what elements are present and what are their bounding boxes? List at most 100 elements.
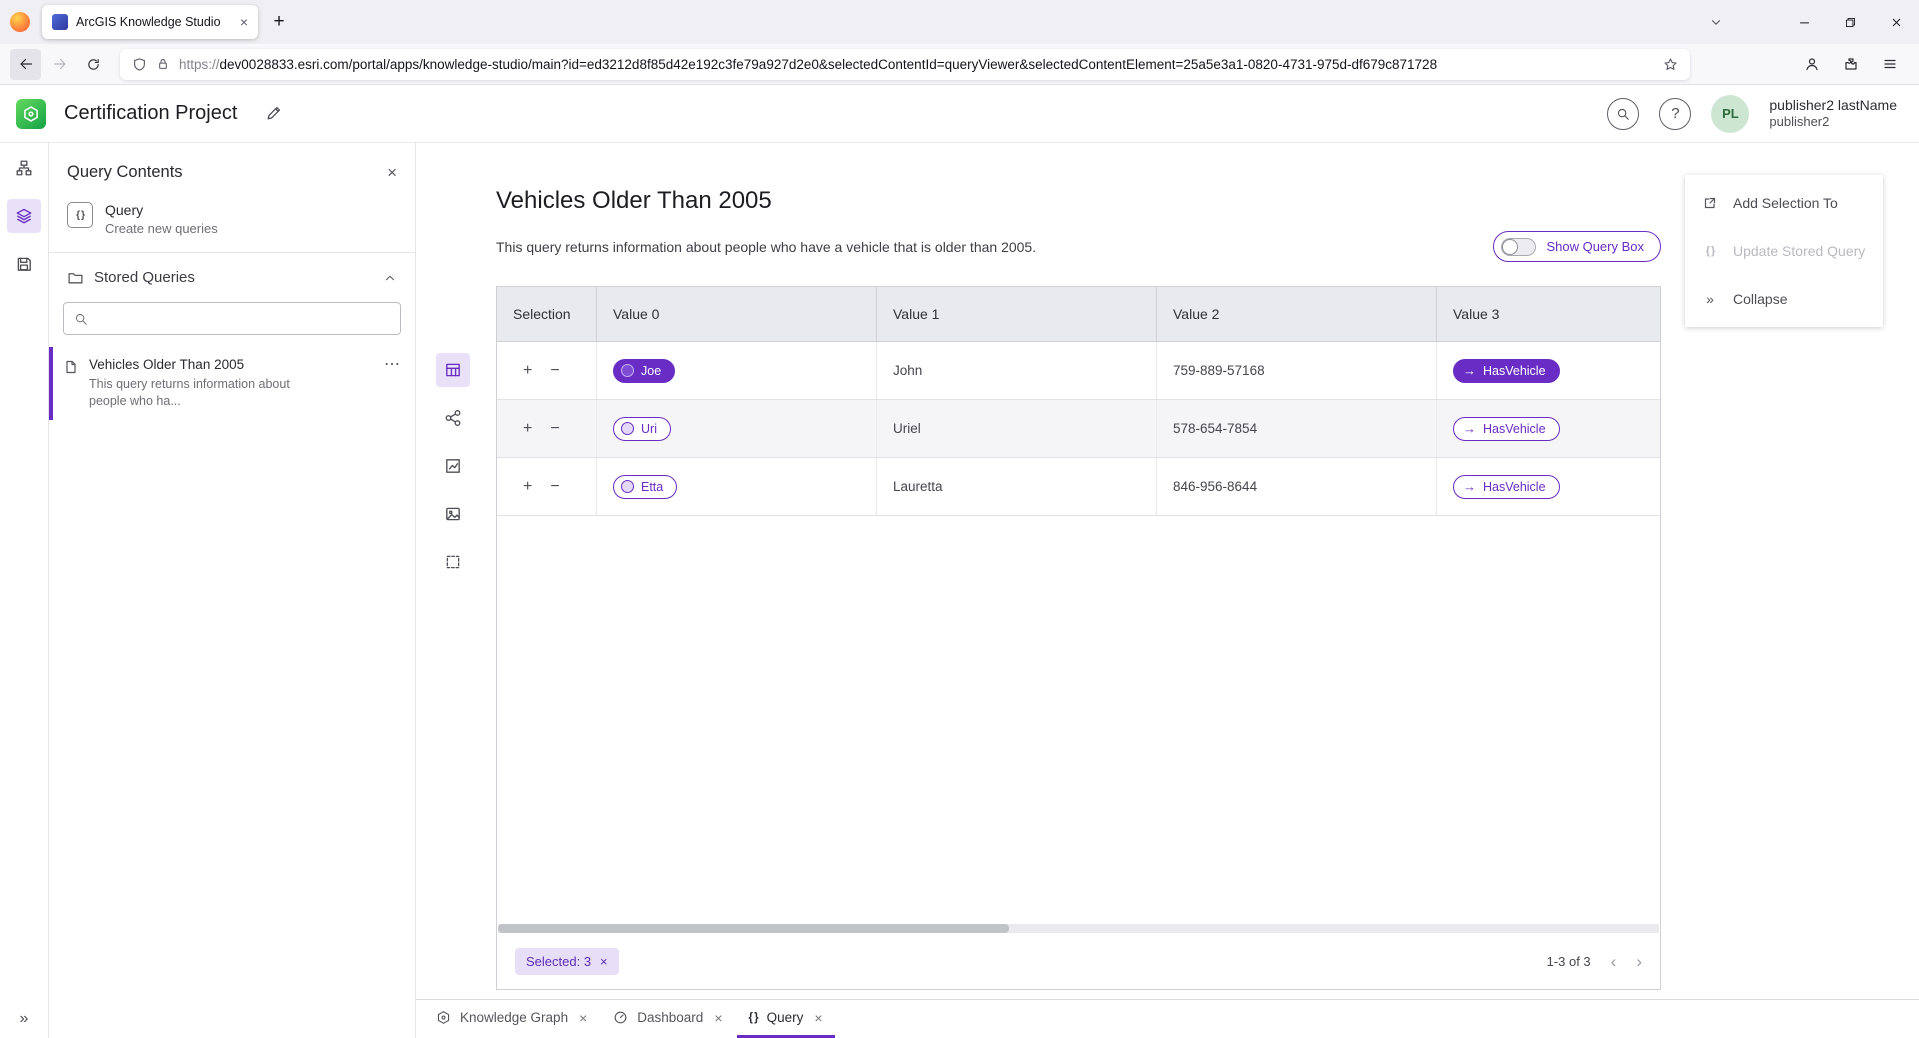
row-add-button[interactable]: + — [523, 479, 532, 495]
selection-context-menu: Add Selection To { } Update Stored Query… — [1685, 175, 1883, 327]
user-info[interactable]: publisher2 lastName publisher2 — [1769, 96, 1897, 131]
app-header: Certification Project ? PL publisher2 la… — [0, 85, 1919, 143]
tab-knowledge-graph[interactable]: Knowledge Graph × — [424, 1000, 599, 1038]
scrollbar-thumb[interactable] — [498, 924, 1009, 933]
tab-close-button[interactable]: × — [240, 15, 248, 29]
image-icon[interactable] — [436, 497, 470, 531]
search-input[interactable] — [96, 311, 390, 326]
tab-close-icon[interactable]: × — [814, 1011, 822, 1025]
stored-queries-search[interactable] — [63, 302, 401, 335]
url-text: https://dev0028833.esri.com/portal/apps/… — [179, 57, 1654, 72]
list-all-tabs-button[interactable] — [1699, 5, 1733, 39]
new-tab-button[interactable]: + — [264, 7, 294, 37]
row-remove-button[interactable]: − — [550, 421, 559, 437]
table-view-icon[interactable] — [436, 353, 470, 387]
window-close-button[interactable] — [1873, 0, 1919, 44]
previous-page-icon[interactable]: ‹ — [1611, 953, 1617, 970]
row-add-button[interactable]: + — [523, 363, 532, 379]
relationship-pill[interactable]: →HasVehicle — [1453, 417, 1560, 441]
horizontal-scrollbar[interactable] — [498, 924, 1659, 933]
forward-button[interactable] — [44, 49, 75, 80]
user-avatar[interactable]: PL — [1711, 95, 1749, 133]
menu-icon[interactable] — [1874, 49, 1905, 80]
link-chart-icon[interactable] — [436, 401, 470, 435]
stored-query-item[interactable]: Vehicles Older Than 2005 This query retu… — [49, 347, 415, 420]
item-options-icon[interactable]: ⋯ — [384, 357, 401, 373]
tracking-protection-shield-icon[interactable] — [132, 57, 147, 72]
url-bar[interactable]: https://dev0028833.esri.com/portal/apps/… — [120, 49, 1690, 80]
selected-count-label: Selected: 3 — [526, 954, 591, 969]
tab-label: Knowledge Graph — [460, 1010, 568, 1025]
clear-selection-icon[interactable]: × — [600, 955, 608, 968]
show-query-box-control[interactable]: Show Query Box — [1493, 231, 1661, 262]
save-icon[interactable] — [7, 247, 41, 281]
window-restore-button[interactable] — [1827, 0, 1873, 44]
tab-query[interactable]: { } Query × — [737, 1000, 835, 1038]
arrow-right-icon: → — [1463, 422, 1476, 435]
browser-tab-strip: ArcGIS Knowledge Studio × + — [0, 0, 1919, 44]
value1-text: Lauretta — [893, 479, 943, 494]
value1-text: John — [893, 363, 922, 378]
new-query-item[interactable]: { } Query Create new queries — [49, 196, 415, 252]
edit-title-button[interactable] — [265, 105, 282, 122]
value1-cell: John — [877, 342, 1157, 399]
menu-item-collapse[interactable]: » Collapse — [1685, 275, 1883, 323]
select-marquee-icon[interactable] — [436, 545, 470, 579]
entity-dot-icon — [621, 364, 634, 377]
value2-cell: 759-889-57168 — [1157, 342, 1437, 399]
value1-cell: Lauretta — [877, 458, 1157, 515]
search-button[interactable] — [1607, 98, 1639, 130]
menu-item-update-stored-query[interactable]: { } Update Stored Query — [1685, 227, 1883, 275]
entity-pill[interactable]: Uri — [613, 417, 671, 441]
arrow-right-icon: → — [1463, 480, 1476, 493]
tab-favicon — [52, 14, 68, 30]
entity-pill[interactable]: Joe — [613, 359, 675, 383]
results-table: Selection Value 0 Value 1 Value 2 Value … — [496, 286, 1661, 990]
chart-icon[interactable] — [436, 449, 470, 483]
next-page-icon[interactable]: › — [1636, 953, 1642, 970]
value3-cell: →HasVehicle — [1437, 342, 1660, 399]
stored-query-description: This query returns information about peo… — [89, 376, 301, 410]
bookmark-star-icon[interactable] — [1663, 57, 1678, 72]
expand-panel-button[interactable]: » — [0, 1010, 48, 1028]
relationship-pill[interactable]: →HasVehicle — [1453, 359, 1560, 383]
window-minimize-button[interactable] — [1781, 0, 1827, 44]
row-remove-button[interactable]: − — [550, 479, 559, 495]
column-header: Value 1 — [877, 287, 1157, 341]
help-button[interactable]: ? — [1659, 98, 1691, 130]
panel-close-icon[interactable]: × — [387, 164, 397, 181]
user-username: publisher2 — [1769, 114, 1897, 131]
relationship-label: HasVehicle — [1483, 364, 1546, 378]
row-add-button[interactable]: + — [523, 421, 532, 437]
layers-icon[interactable] — [7, 199, 41, 233]
braces-icon: { } — [67, 202, 93, 228]
tab-close-icon[interactable]: × — [579, 1011, 587, 1025]
data-model-icon[interactable] — [7, 151, 41, 185]
account-icon[interactable] — [1796, 49, 1827, 80]
menu-item-add-selection-to[interactable]: Add Selection To — [1685, 179, 1883, 227]
firefox-view-button[interactable] — [10, 12, 30, 32]
entity-pill[interactable]: Etta — [613, 475, 677, 499]
value2-text: 846-956-8644 — [1173, 479, 1257, 494]
lock-icon[interactable] — [156, 57, 170, 71]
selected-count-chip: Selected: 3 × — [515, 948, 619, 975]
extensions-icon[interactable] — [1835, 49, 1866, 80]
row-remove-button[interactable]: − — [550, 363, 559, 379]
browser-tab[interactable]: ArcGIS Knowledge Studio × — [42, 5, 258, 39]
relationship-pill[interactable]: →HasVehicle — [1453, 475, 1560, 499]
back-button[interactable] — [10, 49, 41, 80]
stored-queries-header[interactable]: Stored Queries — [49, 253, 415, 298]
tab-dashboard[interactable]: Dashboard × — [601, 1000, 734, 1038]
entity-dot-icon — [621, 480, 634, 493]
show-query-box-toggle[interactable] — [1501, 238, 1536, 256]
table-header-row: Selection Value 0 Value 1 Value 2 Value … — [497, 287, 1660, 342]
user-name: publisher2 lastName — [1769, 96, 1897, 114]
tab-close-icon[interactable]: × — [714, 1011, 722, 1025]
reload-button[interactable] — [78, 49, 109, 80]
chevron-up-icon[interactable] — [383, 271, 397, 285]
value3-cell: →HasVehicle — [1437, 400, 1660, 457]
tab-title: ArcGIS Knowledge Studio — [76, 15, 232, 29]
table-footer: Selected: 3 × 1-3 of 3 ‹ › — [497, 933, 1660, 989]
add-selection-icon — [1701, 195, 1719, 211]
new-query-description: Create new queries — [105, 221, 218, 236]
